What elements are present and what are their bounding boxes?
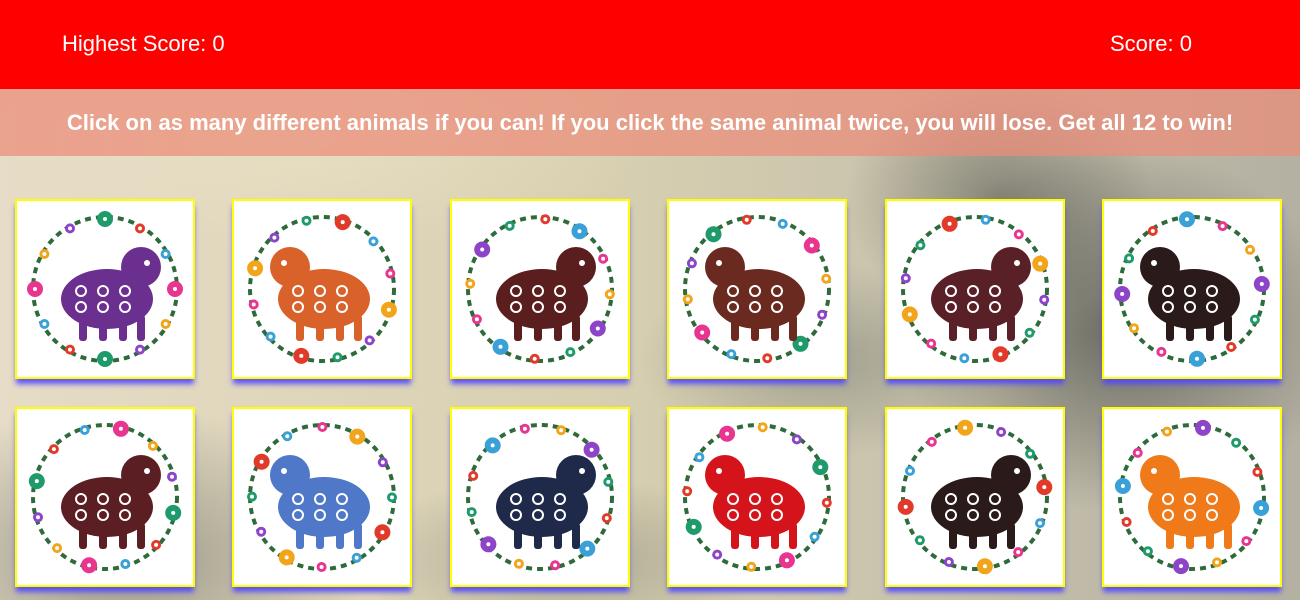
horse-papercut-icon <box>465 214 615 364</box>
dragon-papercut-icon <box>247 214 397 364</box>
tiger-papercut-icon <box>1114 419 1270 575</box>
goat-papercut-icon <box>247 422 397 572</box>
animal-card-dog[interactable] <box>15 199 195 379</box>
instructions-text: Click on as many different animals if yo… <box>66 109 1234 135</box>
instructions-banner: Click on as many different animals if yo… <box>0 89 1300 156</box>
snake-papercut-icon <box>897 419 1053 575</box>
animal-card-ox[interactable] <box>1102 199 1282 379</box>
animal-card-rooster[interactable] <box>667 407 847 587</box>
ox-papercut-icon <box>1114 211 1270 367</box>
current-score: Score: 0 <box>1110 31 1192 56</box>
animal-card-horse[interactable] <box>450 199 630 379</box>
animal-card-rat[interactable] <box>450 407 630 587</box>
animal-card-pig[interactable] <box>885 199 1065 379</box>
dog-papercut-icon <box>27 211 183 367</box>
animal-card-tiger[interactable] <box>1102 407 1282 587</box>
pig-papercut-icon <box>900 214 1050 364</box>
animal-card-goat[interactable] <box>232 407 412 587</box>
monkey-papercut-icon <box>682 214 832 364</box>
animal-card-snake[interactable] <box>885 407 1065 587</box>
rabbit-papercut-icon <box>28 420 182 574</box>
animal-card-monkey[interactable] <box>667 199 847 379</box>
rooster-papercut-icon <box>682 422 832 572</box>
animal-card-dragon[interactable] <box>232 199 412 379</box>
animal-card-rabbit[interactable] <box>15 407 195 587</box>
rat-papercut-icon <box>466 423 614 571</box>
score-header: Highest Score: 0 Score: 0 <box>0 0 1300 89</box>
highest-score: Highest Score: 0 <box>62 31 225 56</box>
